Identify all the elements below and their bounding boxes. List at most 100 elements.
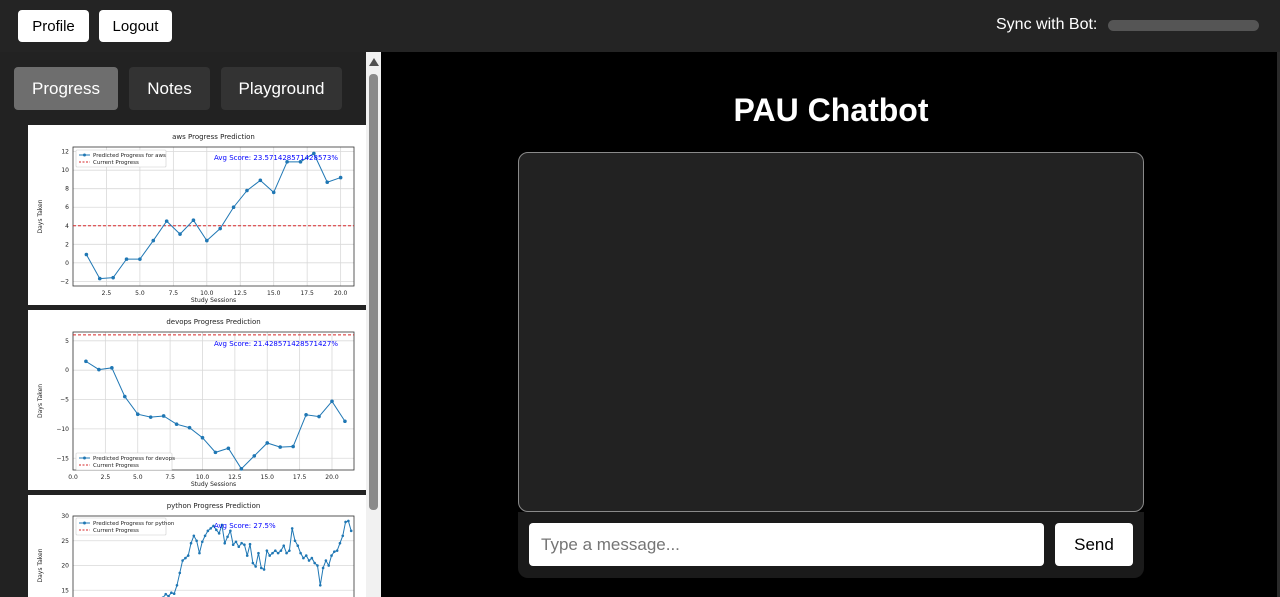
data-point — [278, 445, 282, 449]
data-point — [189, 541, 193, 545]
data-point — [231, 543, 235, 547]
data-point — [302, 556, 305, 560]
data-point — [293, 539, 297, 543]
data-point — [324, 559, 328, 562]
data-point — [271, 190, 276, 195]
data-point — [97, 367, 101, 372]
logout-button[interactable]: Logout — [99, 10, 172, 42]
x-axis-label: Study Sessions — [191, 481, 236, 488]
data-point — [341, 534, 345, 538]
data-point — [343, 419, 347, 424]
chart-title: devops Progress Prediction — [166, 318, 260, 326]
data-point — [245, 188, 249, 193]
data-point — [257, 551, 260, 555]
data-point — [110, 366, 114, 370]
data-point — [122, 394, 127, 399]
legend-label: Predicted Progress for devops — [93, 456, 175, 462]
devops-progress-chart: 0.0 2.5 5.0 7.5 10.0 12.5 15.0 17.5 20.0 −15 −10 −5… — [28, 310, 366, 490]
x-tick-label: 10.0 — [196, 474, 210, 481]
data-point — [344, 520, 347, 524]
aws-progress-chart-svg: 2.5 5.0 7.5 10.0 12.5 15.0 17.5 20.0 −2 0 2 4 6 8 10 12… — [37, 133, 355, 304]
plot-frame — [72, 146, 355, 287]
data-point — [226, 446, 231, 451]
data-point — [175, 584, 179, 587]
scroll-up-arrow-icon[interactable] — [369, 58, 379, 66]
y-tick-label: 0 — [65, 260, 69, 267]
y-tick-label: 8 — [65, 186, 69, 193]
python-progress-chart-svg: 15 20 25 30 python Progress Prediction Days T… — [37, 502, 355, 597]
data-point — [178, 571, 182, 575]
data-point — [172, 592, 176, 596]
tab-playground[interactable]: Playground — [221, 67, 342, 110]
x-tick-label: 15.0 — [261, 474, 275, 481]
data-point — [347, 519, 350, 523]
data-point — [195, 539, 198, 543]
x-tick-label: 17.5 — [300, 290, 314, 297]
data-point — [330, 399, 334, 404]
legend-label: Current Progress — [93, 528, 139, 534]
data-point — [317, 414, 321, 419]
data-point — [203, 534, 207, 538]
y-tick-label: 12 — [61, 149, 69, 156]
message-input[interactable] — [529, 523, 1044, 566]
x-tick-label: 0.0 — [68, 474, 78, 481]
data-point — [191, 218, 196, 223]
legend-label: Predicted Progress for python — [93, 521, 175, 527]
tab-progress[interactable]: Progress — [14, 67, 118, 110]
series-line — [162, 520, 352, 597]
x-tick-label: 2.5 — [102, 290, 112, 297]
data-point — [218, 226, 222, 231]
data-point — [274, 549, 277, 552]
data-point — [265, 549, 269, 552]
data-point — [206, 529, 210, 533]
data-point — [84, 252, 89, 257]
data-point — [187, 425, 192, 430]
data-point — [240, 541, 243, 545]
data-point — [248, 542, 252, 546]
data-point — [84, 359, 88, 364]
data-point — [285, 551, 288, 555]
sync-label: Sync with Bot: — [996, 16, 1098, 33]
profile-button[interactable]: Profile — [18, 10, 89, 42]
data-point — [239, 467, 244, 471]
data-point — [192, 534, 196, 538]
data-point — [226, 535, 229, 539]
data-point — [282, 544, 286, 547]
data-point — [97, 276, 102, 281]
data-point — [234, 540, 238, 544]
tab-notes[interactable]: Notes — [129, 67, 210, 110]
sidebar-scrollbar[interactable] — [366, 52, 381, 597]
data-point — [252, 454, 257, 458]
data-point — [178, 232, 182, 236]
data-point — [243, 543, 246, 547]
x-tick-label: 20.0 — [325, 474, 339, 481]
legend-label: Current Progress — [93, 463, 139, 469]
data-point — [161, 414, 166, 418]
data-point — [174, 422, 179, 426]
data-point — [148, 415, 153, 419]
progress-sidebar: Progress Notes Playground 2.5 5.0 7.5 10.0 1… — [0, 52, 366, 597]
data-point — [237, 545, 241, 548]
x-tick-label: 2.5 — [101, 474, 111, 481]
data-point — [258, 178, 263, 183]
data-point — [164, 592, 168, 596]
data-point — [265, 441, 270, 445]
data-point — [251, 561, 255, 565]
data-point — [307, 559, 311, 562]
data-point — [299, 551, 302, 555]
x-tick-label: 15.0 — [267, 290, 281, 297]
data-point — [276, 551, 280, 555]
x-tick-label: 17.5 — [293, 474, 307, 481]
y-axis-label: Days Taken — [37, 199, 44, 233]
x-tick-label: 5.0 — [133, 474, 143, 481]
avg-score-annotation: Avg Score: 23.571428571428573% — [214, 154, 338, 162]
send-button[interactable]: Send — [1055, 523, 1133, 566]
data-point — [186, 554, 190, 557]
legend-series-marker — [83, 153, 86, 157]
legend-label: Predicted Progress for aws — [93, 153, 166, 159]
data-point — [333, 550, 336, 553]
legend-label: Current Progress — [93, 160, 139, 166]
x-tick-label: 7.5 — [165, 474, 175, 481]
scrollbar-thumb[interactable] — [369, 74, 378, 510]
data-point — [338, 175, 343, 180]
